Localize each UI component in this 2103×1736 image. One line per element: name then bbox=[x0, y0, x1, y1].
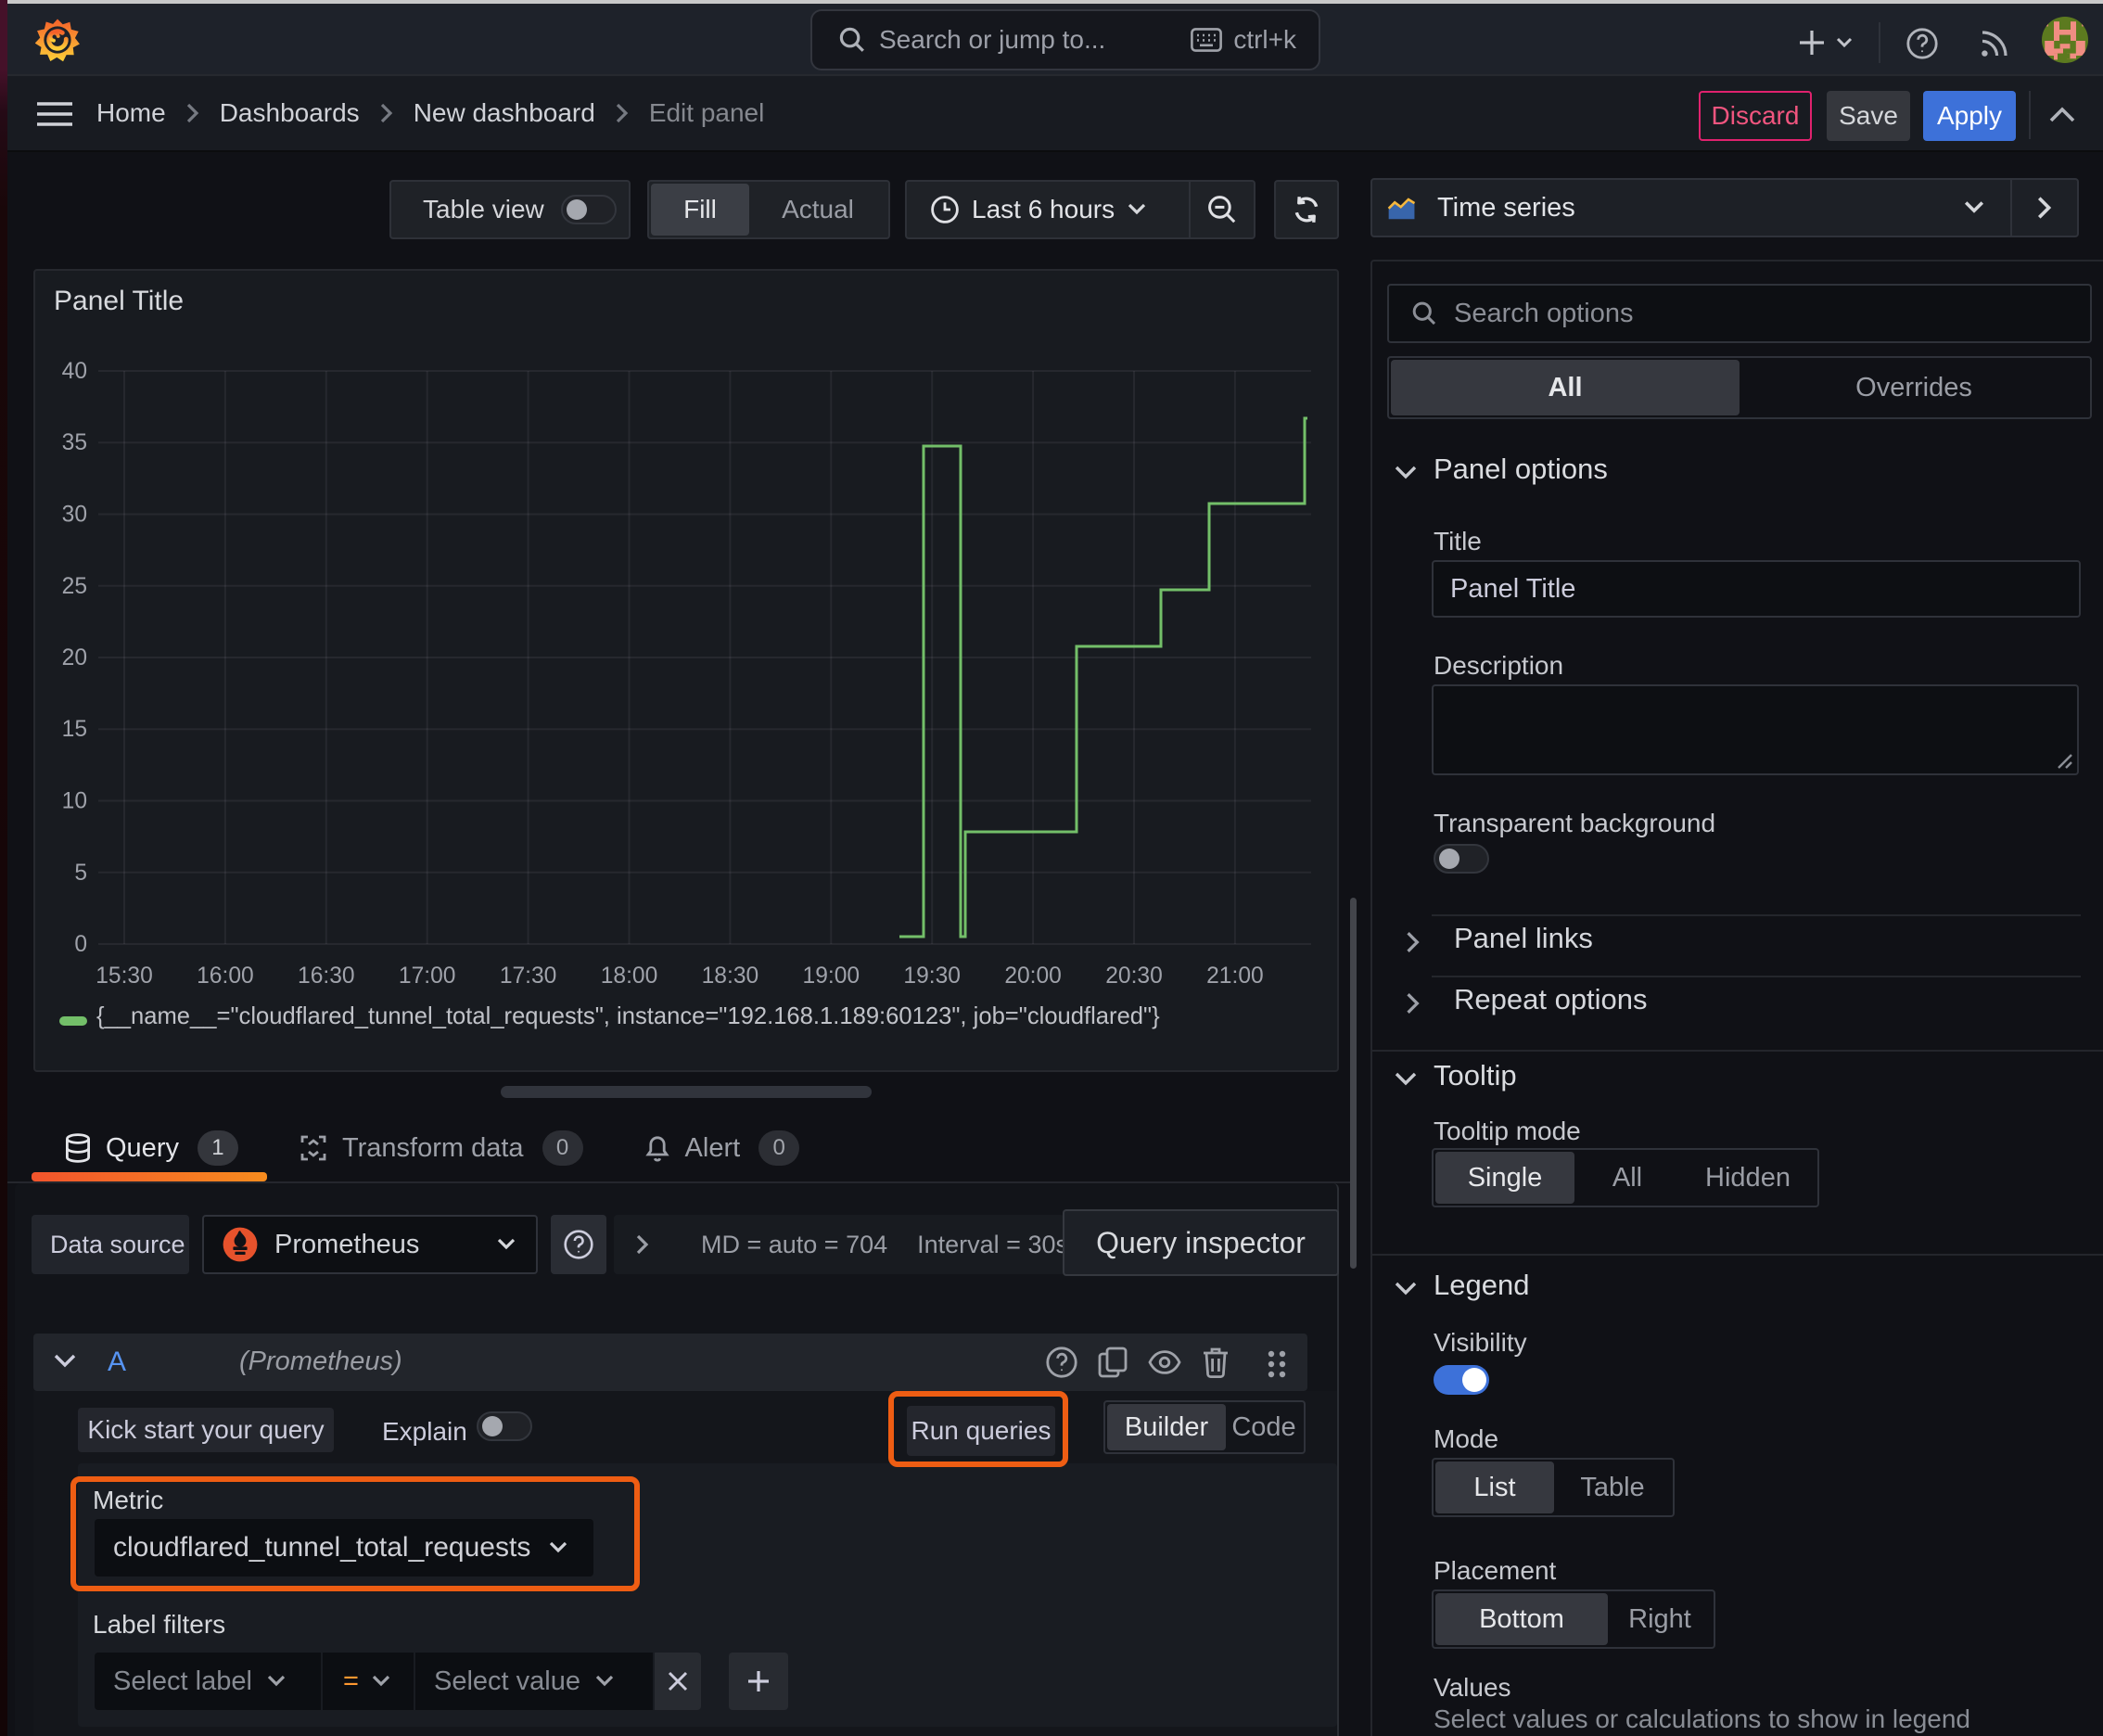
svg-text:25: 25 bbox=[62, 574, 87, 599]
svg-text:19:30: 19:30 bbox=[903, 964, 961, 989]
svg-text:18:00: 18:00 bbox=[601, 964, 658, 989]
svg-text:19:00: 19:00 bbox=[803, 964, 860, 989]
svg-text:5: 5 bbox=[74, 861, 87, 886]
svg-text:17:00: 17:00 bbox=[399, 964, 456, 989]
svg-text:15:30: 15:30 bbox=[96, 964, 153, 989]
svg-text:15: 15 bbox=[62, 717, 87, 742]
svg-text:16:00: 16:00 bbox=[197, 964, 254, 989]
svg-text:10: 10 bbox=[62, 788, 87, 813]
svg-text:17:30: 17:30 bbox=[500, 964, 557, 989]
svg-text:16:30: 16:30 bbox=[298, 964, 355, 989]
svg-text:{__name__="cloudflared_tunnel_: {__name__="cloudflared_tunnel_total_requ… bbox=[96, 1003, 1160, 1029]
svg-text:30: 30 bbox=[62, 502, 87, 527]
svg-text:20:30: 20:30 bbox=[1105, 964, 1163, 989]
svg-text:18:30: 18:30 bbox=[702, 964, 759, 989]
svg-text:40: 40 bbox=[62, 359, 87, 384]
svg-text:20: 20 bbox=[62, 645, 87, 670]
svg-text:20:00: 20:00 bbox=[1004, 964, 1062, 989]
svg-text:0: 0 bbox=[74, 932, 87, 957]
svg-text:35: 35 bbox=[62, 430, 87, 455]
svg-text:21:00: 21:00 bbox=[1206, 964, 1264, 989]
